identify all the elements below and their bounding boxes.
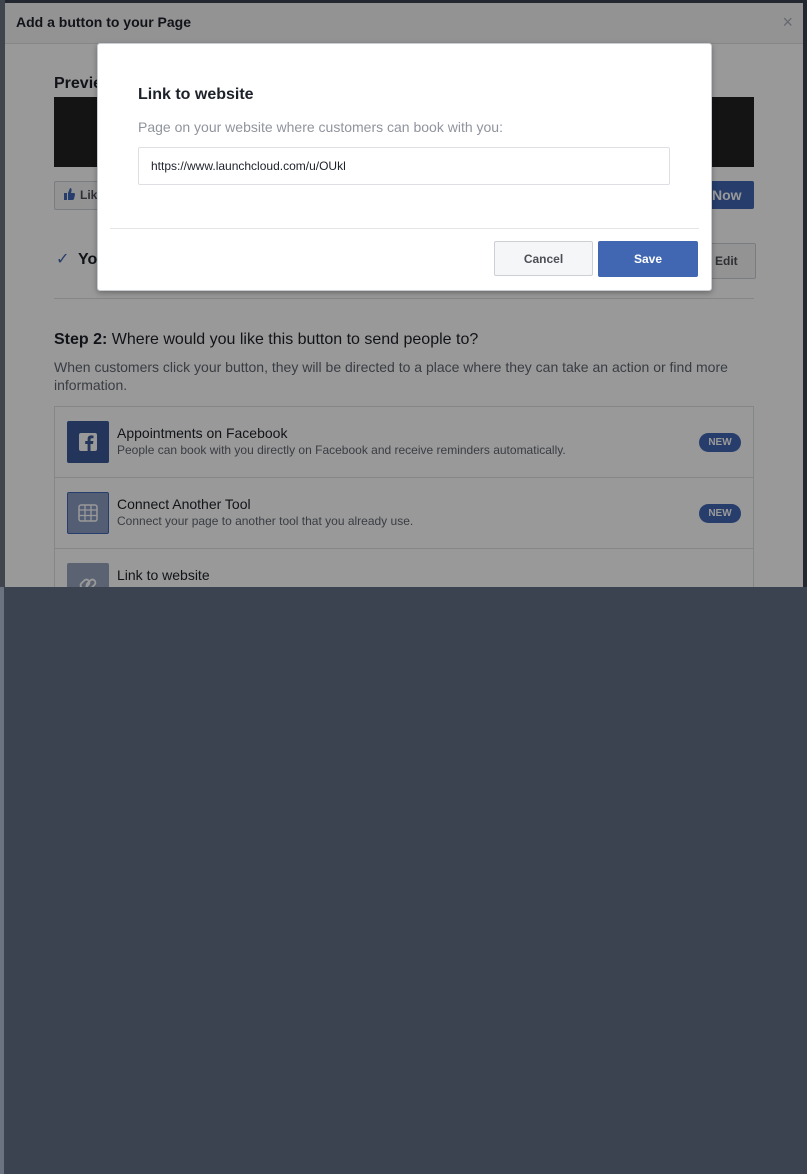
website-url-input[interactable] bbox=[138, 147, 670, 185]
modal-title: Link to website bbox=[138, 86, 254, 103]
url-field-label: Page on your website where customers can… bbox=[138, 119, 503, 135]
modal-divider bbox=[110, 228, 699, 229]
link-website-modal: Link to website Page on your website whe… bbox=[97, 43, 712, 291]
background-page-right-edge bbox=[0, 587, 4, 1174]
save-button[interactable]: Save bbox=[598, 241, 698, 277]
cancel-button[interactable]: Cancel bbox=[494, 241, 593, 276]
